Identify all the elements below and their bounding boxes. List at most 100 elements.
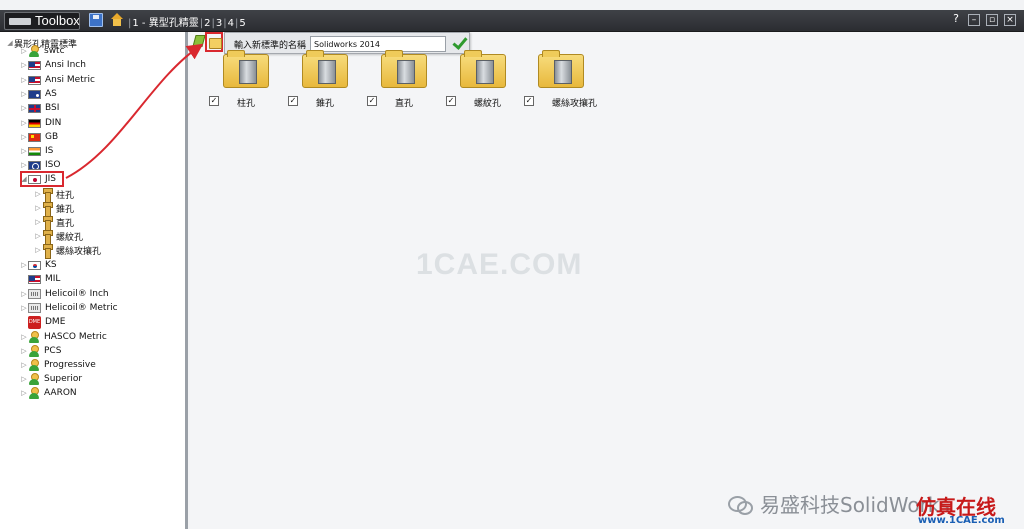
collapse-arrow-icon[interactable]: ▷: [20, 61, 28, 69]
tree-item-helicoil-metric[interactable]: ▷ Helicoil® Metric: [20, 301, 118, 315]
hole-type-checkbox[interactable]: ✓: [524, 96, 534, 106]
confirm-check-icon[interactable]: [451, 35, 467, 51]
germany-flag-icon: [28, 118, 41, 128]
tree-item-dme[interactable]: DME DME: [20, 315, 65, 329]
tree-child-hole[interactable]: ▷ 柱孔: [34, 187, 74, 203]
breadcrumb-step-4[interactable]: 4: [228, 18, 234, 29]
tree-item-superior[interactable]: ▷ Superior: [20, 372, 82, 386]
tree-item-label: Ansi Inch: [45, 60, 86, 70]
tree-child-hole[interactable]: ▷ 錐孔: [34, 201, 74, 217]
tree-item-label: GB: [45, 132, 59, 142]
hole-type-label: 螺絲攻攘孔: [552, 99, 598, 109]
home-icon[interactable]: [110, 13, 124, 27]
hole-folder-icon[interactable]: [538, 50, 584, 88]
breadcrumb-step-1[interactable]: 1 - 異型孔精靈: [132, 18, 198, 29]
tree-item-label: BSI: [45, 103, 60, 113]
new-folder-button[interactable]: [205, 32, 223, 52]
toolbox-tab[interactable]: Toolbox: [4, 12, 80, 30]
hole-folder-icon[interactable]: [302, 50, 348, 88]
tree-item-gb[interactable]: ▷ GB: [20, 130, 58, 144]
hole-type-checkbox[interactable]: ✓: [288, 96, 298, 106]
tree-item-ansi-inch[interactable]: ▷ Ansi Inch: [20, 58, 86, 72]
tree-item-helicoil-inch[interactable]: ▷ Helicoil® Inch: [20, 287, 109, 301]
collapse-arrow-icon[interactable]: ▷: [20, 347, 28, 355]
tree-item-aaron[interactable]: ▷ AARON: [20, 386, 77, 400]
person-icon: [28, 373, 40, 385]
hole-type-card[interactable]: ✓ 直孔: [367, 50, 447, 112]
collapse-arrow-icon[interactable]: ▷: [20, 133, 28, 141]
person-icon: [28, 331, 40, 343]
collapse-arrow-icon[interactable]: ▷: [20, 333, 28, 341]
collapse-arrow-icon[interactable]: ▷: [20, 261, 28, 269]
restore-button[interactable]: ▫: [986, 14, 998, 26]
jis-highlight-box: [20, 171, 64, 187]
tree-item-as[interactable]: ▷ AS: [20, 87, 57, 101]
expand-arrow-icon[interactable]: ◢: [6, 39, 14, 47]
hole-type-card[interactable]: ✓ 柱孔: [209, 50, 289, 112]
collapse-arrow-icon[interactable]: ▷: [20, 147, 28, 155]
tree-item-swtc[interactable]: ▷ swtc: [20, 44, 65, 58]
help-button[interactable]: ?: [950, 13, 962, 26]
tree-item-hasco-metric[interactable]: ▷ HASCO Metric: [20, 330, 107, 344]
collapse-arrow-icon[interactable]: ▷: [34, 190, 42, 198]
tree-item-ks[interactable]: ▷ KS: [20, 258, 57, 272]
tree-item-label: MIL: [45, 274, 61, 284]
edit-icon[interactable]: [191, 34, 205, 48]
tree-item-label: AARON: [44, 388, 77, 398]
hole-type-card[interactable]: ✓ 螺紋孔: [446, 50, 526, 112]
collapse-arrow-icon[interactable]: ▷: [20, 104, 28, 112]
hole-type-checkbox[interactable]: ✓: [446, 96, 456, 106]
breadcrumb-step-5[interactable]: 5: [239, 18, 245, 29]
title-bar: Toolbox |1 - 異型孔精靈|2|3|4|5 ? – ▫ ×: [0, 10, 1024, 32]
tree-item-ansi-metric[interactable]: ▷ Ansi Metric: [20, 73, 95, 87]
collapse-arrow-icon[interactable]: ▷: [20, 76, 28, 84]
tree-item-label: 螺紋孔: [56, 232, 84, 243]
hole-folder-icon[interactable]: [460, 50, 506, 88]
collapse-arrow-icon[interactable]: ▷: [20, 389, 28, 397]
india-flag-icon: [28, 146, 41, 156]
new-standard-name-input[interactable]: [310, 36, 446, 52]
collapse-arrow-icon[interactable]: ▷: [20, 375, 28, 383]
hole-type-checkbox[interactable]: ✓: [367, 96, 377, 106]
collapse-arrow-icon[interactable]: ▷: [20, 161, 28, 169]
collapse-arrow-icon[interactable]: ▷: [20, 290, 28, 298]
dme-icon: DME: [28, 315, 41, 329]
tree-item-label: KS: [45, 260, 57, 270]
tree-child-hole[interactable]: ▷ 直孔: [34, 215, 74, 231]
tree-item-label: Progressive: [44, 360, 96, 370]
tree-item-din[interactable]: ▷ DIN: [20, 116, 61, 130]
tree-item-mil[interactable]: MIL: [20, 272, 60, 286]
australia-flag-icon: [28, 89, 41, 99]
hole-type-icon: [42, 201, 53, 217]
tree-item-label: ISO: [45, 160, 61, 170]
collapse-arrow-icon[interactable]: ▷: [34, 204, 42, 212]
collapse-arrow-icon[interactable]: ▷: [20, 90, 28, 98]
tree-item-bsi[interactable]: ▷ BSI: [20, 101, 59, 115]
tree-item-label: PCS: [44, 346, 62, 356]
tree-item-is[interactable]: ▷ IS: [20, 144, 53, 158]
hole-type-card[interactable]: ✓ 錐孔: [288, 50, 368, 112]
tree-child-hole[interactable]: ▷ 螺絲攻攘孔: [34, 243, 101, 259]
hole-type-card[interactable]: ✓ 螺絲攻攘孔: [524, 50, 604, 112]
tree-child-hole[interactable]: ▷ 螺紋孔: [34, 229, 84, 245]
site-url: www.1CAE.com: [918, 515, 1005, 526]
collapse-arrow-icon[interactable]: ▷: [20, 304, 28, 312]
hole-folder-icon[interactable]: [381, 50, 427, 88]
collapse-arrow-icon[interactable]: ▷: [34, 218, 42, 226]
watermark: 1CAE.COM: [416, 248, 583, 281]
collapse-arrow-icon[interactable]: ▷: [20, 119, 28, 127]
collapse-arrow-icon[interactable]: ▷: [34, 232, 42, 240]
save-icon[interactable]: [89, 13, 103, 27]
tree-item-iso[interactable]: ▷ ISO: [20, 158, 60, 172]
tree-item-progressive[interactable]: ▷ Progressive: [20, 358, 96, 372]
hole-folder-icon[interactable]: [223, 50, 269, 88]
collapse-arrow-icon[interactable]: ▷: [20, 361, 28, 369]
collapse-arrow-icon[interactable]: ▷: [34, 246, 42, 254]
tree-item-pcs[interactable]: ▷ PCS: [20, 344, 61, 358]
hole-type-label: 錐孔: [316, 99, 335, 109]
minimize-button[interactable]: –: [968, 14, 980, 26]
collapse-arrow-icon[interactable]: ▷: [20, 47, 28, 55]
tree-item-label: Superior: [44, 374, 83, 384]
close-button[interactable]: ×: [1004, 14, 1016, 26]
hole-type-checkbox[interactable]: ✓: [209, 96, 219, 106]
